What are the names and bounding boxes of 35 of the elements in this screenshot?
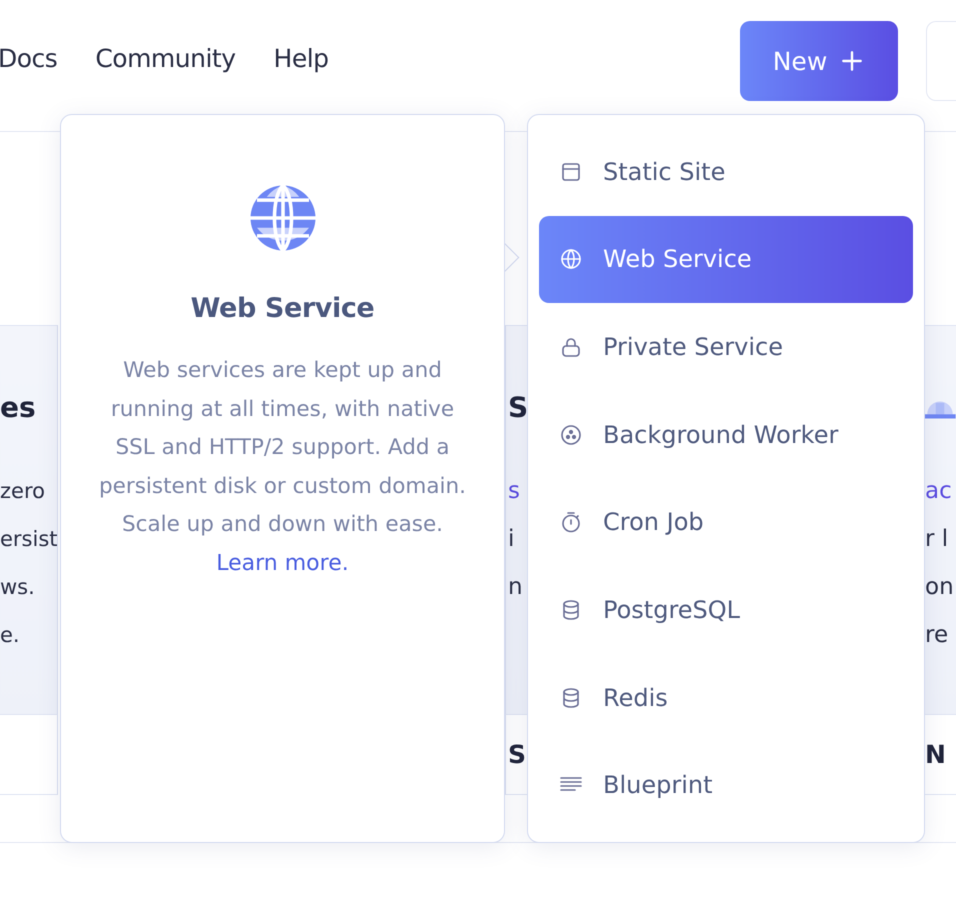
menu-item[interactable]: Background Worker bbox=[539, 390, 913, 478]
globe-icon bbox=[559, 247, 583, 272]
nav-link[interactable]: Help bbox=[274, 44, 329, 73]
menu-item[interactable]: Private Service bbox=[539, 303, 913, 391]
card-text: zero bbox=[0, 478, 46, 505]
menu-item[interactable]: Redis bbox=[539, 654, 913, 742]
menu-item[interactable]: PostgreSQL bbox=[539, 566, 913, 654]
footer-title: N bbox=[925, 740, 946, 770]
menu-item[interactable]: Static Site bbox=[539, 128, 913, 216]
learn-more-link[interactable]: Learn more. bbox=[216, 544, 349, 582]
preview-description: Web services are kept up and running at all times, with native SSL and HTTP/2 support. Add a persistent disk or custom domain. Scale up and down with ease. bbox=[98, 357, 467, 539]
nav-link[interactable]: Docs bbox=[0, 44, 58, 73]
footer-title: S bbox=[508, 740, 526, 770]
new-button[interactable]: New bbox=[740, 21, 898, 101]
stopwatch-icon bbox=[559, 510, 583, 534]
card-text: r l bbox=[925, 525, 950, 554]
link[interactable]: s bbox=[508, 478, 520, 504]
menu-item[interactable]: Web Service bbox=[539, 216, 913, 304]
card-text: on bbox=[925, 573, 955, 602]
header-control[interactable] bbox=[926, 21, 956, 101]
card-text: i bbox=[507, 525, 516, 554]
card-text: n bbox=[507, 573, 524, 602]
link[interactable]: ac bbox=[925, 478, 952, 504]
preview-title: Web Service bbox=[190, 293, 374, 324]
lock-icon bbox=[559, 335, 583, 360]
nav-link[interactable]: Community bbox=[95, 44, 236, 73]
card-title: S bbox=[507, 390, 527, 426]
card-title: es bbox=[0, 390, 37, 426]
card-text: ws. bbox=[0, 574, 36, 601]
card-text: e. bbox=[0, 622, 21, 649]
card-text: ersist bbox=[0, 526, 57, 553]
menu-item[interactable]: Cron Job bbox=[539, 478, 913, 566]
card-text: re bbox=[925, 621, 950, 650]
dots-icon bbox=[559, 422, 583, 447]
menu-item[interactable]: Blueprint bbox=[539, 741, 913, 829]
